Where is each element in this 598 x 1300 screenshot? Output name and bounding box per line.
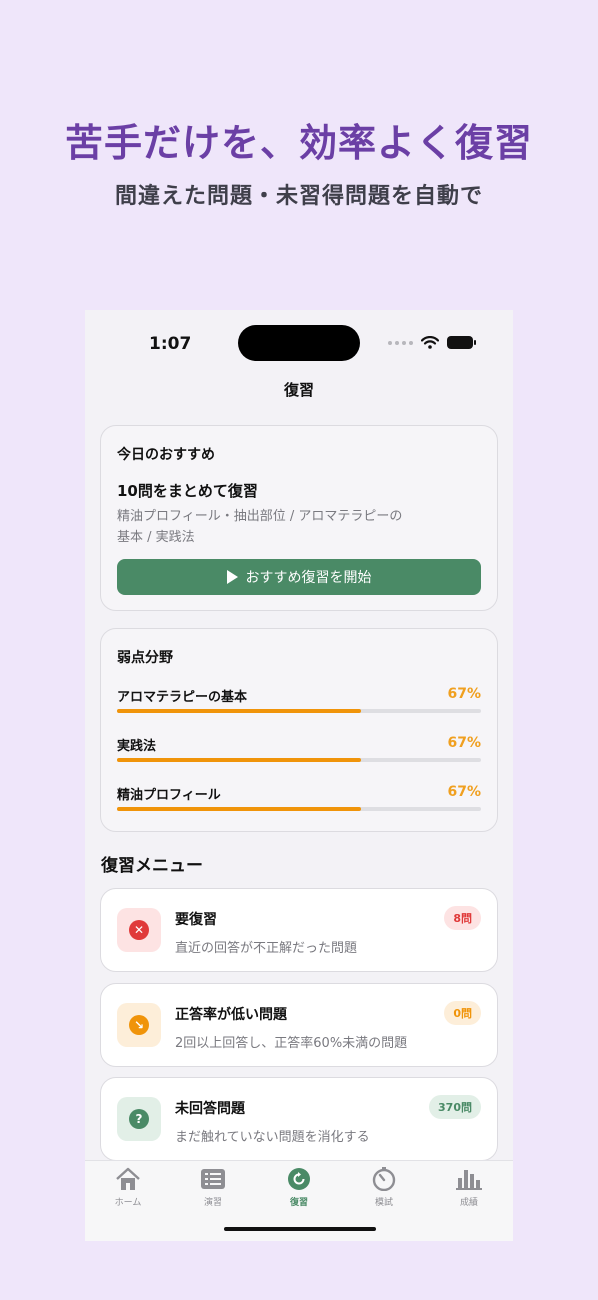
trend-down-icon: ↘: [129, 1015, 149, 1035]
count-badge: 8問: [444, 906, 481, 930]
tab-label: 復習: [289, 1198, 308, 1208]
weak-area-percent: 67%: [447, 735, 481, 751]
home-icon: [115, 1167, 141, 1191]
menu-item-description: 2回以上回答し、正答率60%未満の問題: [175, 1036, 408, 1051]
status-time: 1:07: [149, 334, 192, 354]
topics-line: 基本 / 実践法: [117, 530, 195, 545]
phone-screen: 1:07 復習 今日のおすすめ 10問をまとめて復習 精油プロフィール・抽出部位…: [85, 310, 513, 1241]
weak-areas-heading: 弱点分野: [117, 650, 173, 666]
count-badge: 0問: [444, 1001, 481, 1025]
review-menu-heading: 復習メニュー: [101, 856, 203, 876]
recommendation-card: 今日のおすすめ 10問をまとめて復習 精油プロフィール・抽出部位 / アロマテラ…: [100, 425, 498, 611]
weak-area-percent: 67%: [447, 784, 481, 800]
progress-track: [117, 807, 481, 811]
weak-areas-card: 弱点分野 アロマテラピーの基本 67% 実践法 67% 精油プロフィール 67%: [100, 628, 498, 832]
tab-practice[interactable]: 演習: [183, 1167, 243, 1208]
wifi-icon: [421, 336, 439, 349]
menu-item-description: まだ触れていない問題を消化する: [175, 1130, 370, 1145]
progress-track: [117, 709, 481, 713]
play-icon: [226, 570, 238, 584]
review-menu-item-low-accuracy[interactable]: ↘ 正答率が低い問題 2回以上回答し、正答率60%未満の問題 0問: [100, 983, 498, 1067]
menu-icon-box: ↘: [117, 1003, 161, 1047]
recommendation-heading: 今日のおすすめ: [117, 447, 215, 463]
battery-icon: [447, 336, 476, 349]
menu-icon-box: ?: [117, 1097, 161, 1141]
menu-item-description: 直近の回答が不正解だった問題: [175, 941, 358, 956]
dynamic-island: [238, 325, 360, 361]
tab-results[interactable]: 成績: [439, 1167, 499, 1208]
menu-item-title: 要復習: [175, 912, 217, 928]
promo-title: 苦手だけを、効率よく復習: [64, 121, 533, 165]
tab-label: ホーム: [114, 1198, 142, 1208]
review-icon: [286, 1167, 312, 1191]
status-icons: [388, 336, 476, 349]
start-recommended-review-button[interactable]: おすすめ復習を開始: [117, 559, 481, 595]
menu-item-title: 未回答問題: [175, 1101, 245, 1117]
review-menu-item-unanswered[interactable]: ? 未回答問題 まだ触れていない問題を消化する 370問: [100, 1077, 498, 1161]
weak-area-row[interactable]: 実践法 67%: [117, 735, 481, 769]
topics-line: 精油プロフィール・抽出部位 / アロマテラピーの: [117, 509, 403, 524]
count-badge: 370問: [429, 1095, 481, 1119]
nav-title: 復習: [283, 381, 314, 399]
tab-label: 演習: [203, 1198, 222, 1208]
signal-icon: [388, 340, 413, 345]
tab-home[interactable]: ホーム: [98, 1167, 158, 1208]
start-button-label: おすすめ復習を開始: [245, 570, 372, 586]
weak-area-name: アロマテラピーの基本: [117, 690, 248, 705]
tab-mock-exam[interactable]: 模試: [354, 1167, 414, 1208]
recommendation-topics: 精油プロフィール・抽出部位 / アロマテラピーの 基本 / 実践法: [117, 506, 437, 548]
weak-area-row[interactable]: 精油プロフィール 67%: [117, 784, 481, 818]
review-menu-item-incorrect[interactable]: ✕ 要復習 直近の回答が不正解だった問題 8問: [100, 888, 498, 972]
weak-area-row[interactable]: アロマテラピーの基本 67%: [117, 686, 481, 720]
menu-icon-box: ✕: [117, 908, 161, 952]
menu-item-title: 正答率が低い問題: [175, 1007, 287, 1023]
timer-icon: [371, 1167, 397, 1191]
home-indicator: [224, 1227, 376, 1231]
tab-review[interactable]: 復習: [269, 1167, 329, 1208]
weak-area-name: 実践法: [117, 739, 157, 754]
bar-chart-icon: [456, 1167, 482, 1191]
promo-subtitle: 間違えた問題・未習得問題を自動で: [114, 184, 483, 209]
recommendation-title: 10問をまとめて復習: [117, 482, 258, 500]
weak-area-percent: 67%: [447, 686, 481, 702]
tab-label: 成績: [459, 1198, 478, 1208]
progress-fill: [117, 758, 361, 762]
question-circle-icon: ?: [129, 1109, 149, 1129]
list-icon: [200, 1167, 226, 1191]
progress-fill: [117, 709, 361, 713]
tab-label: 模試: [374, 1198, 393, 1208]
progress-fill: [117, 807, 361, 811]
weak-area-name: 精油プロフィール: [117, 788, 221, 803]
x-circle-icon: ✕: [129, 920, 149, 940]
progress-track: [117, 758, 481, 762]
